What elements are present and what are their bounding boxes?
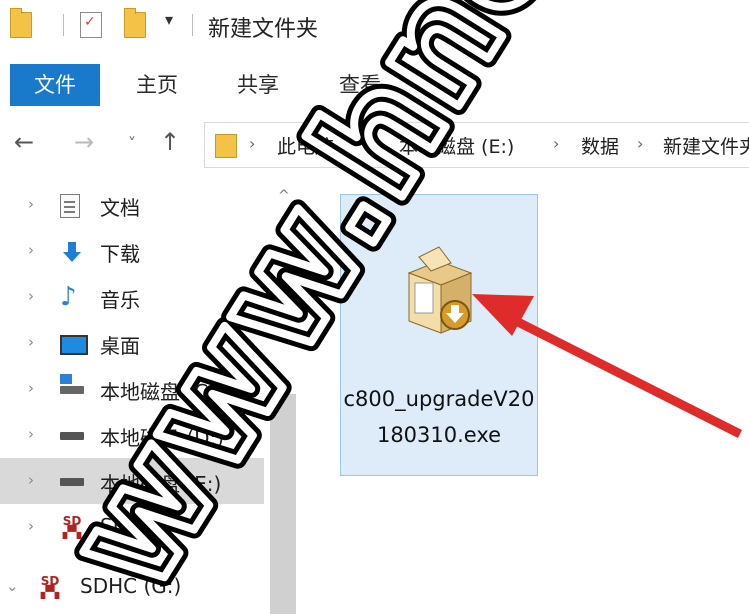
annotation-arrow xyxy=(472,294,742,438)
